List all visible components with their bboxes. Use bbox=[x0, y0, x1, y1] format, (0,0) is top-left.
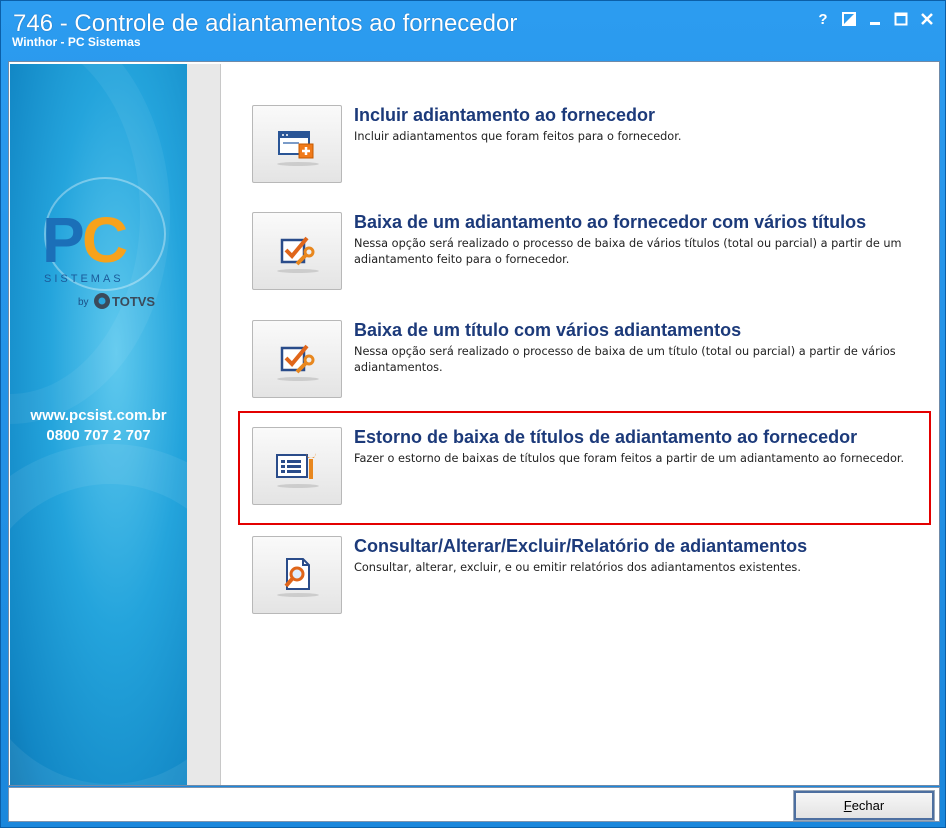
option-title[interactable]: Baixa de um título com vários adiantamen… bbox=[354, 320, 741, 341]
list-wrench-icon bbox=[276, 453, 316, 479]
title-bar[interactable]: 746 - Controle de adiantamentos ao forne… bbox=[1, 1, 945, 51]
window-subtitle: Winthor - PC Sistemas bbox=[12, 35, 141, 49]
logo-letter-c: C bbox=[82, 204, 128, 276]
option-estorno: Estorno de baixa de títulos de adiantame… bbox=[252, 427, 932, 507]
option-title[interactable]: Consultar/Alterar/Excluir/Relatório de a… bbox=[354, 536, 807, 557]
app-window: 746 - Controle de adiantamentos ao forne… bbox=[0, 0, 946, 828]
divider-strip bbox=[187, 64, 221, 785]
option-description: Fazer o estorno de baixas de títulos que… bbox=[354, 452, 905, 465]
option-baixa-adiantamento: Baixa de um adiantamento ao fornecedor c… bbox=[252, 212, 932, 292]
option-baixa-titulo: Baixa de um título com vários adiantamen… bbox=[252, 320, 932, 400]
window-add-icon bbox=[278, 131, 314, 159]
option-title[interactable]: Baixa de um adiantamento ao fornecedor c… bbox=[354, 212, 866, 233]
baixa-adiantamento-button[interactable] bbox=[252, 212, 342, 290]
option-incluir: Incluir adiantamento ao fornecedor Inclu… bbox=[252, 105, 932, 185]
logo-by: by bbox=[78, 297, 89, 308]
logo-totvs: TOTVS bbox=[112, 294, 155, 309]
logo-sistemas: SISTEMAS bbox=[44, 273, 124, 285]
option-description: Incluir adiantamentos que foram feitos p… bbox=[354, 130, 682, 143]
incluir-button[interactable] bbox=[252, 105, 342, 183]
brand-sidebar: P C SISTEMAS by TOTVS www.pcsist.com.br … bbox=[10, 64, 187, 785]
pc-sistemas-logo: P C SISTEMAS by TOTVS bbox=[40, 174, 170, 314]
check-wrench-icon bbox=[280, 236, 315, 266]
fechar-label: Fechar bbox=[843, 798, 885, 813]
contact-info: www.pcsist.com.br 0800 707 2 707 bbox=[10, 406, 187, 446]
restore-icon[interactable] bbox=[839, 9, 859, 29]
minimize-icon[interactable] bbox=[865, 9, 885, 29]
document-search-icon bbox=[284, 558, 310, 590]
phone-text: 0800 707 2 707 bbox=[46, 427, 151, 444]
help-button[interactable]: ? bbox=[813, 9, 833, 29]
estorno-button[interactable] bbox=[252, 427, 342, 505]
option-title[interactable]: Estorno de baixa de títulos de adiantame… bbox=[354, 427, 857, 448]
fechar-button[interactable]: Fechar bbox=[793, 790, 935, 821]
window-title: 746 - Controle de adiantamentos ao forne… bbox=[13, 10, 518, 37]
close-icon[interactable] bbox=[917, 9, 937, 29]
option-title[interactable]: Incluir adiantamento ao fornecedor bbox=[354, 105, 655, 126]
window-controls: ? bbox=[813, 9, 937, 29]
maximize-icon[interactable] bbox=[891, 9, 911, 29]
logo-letter-p: P bbox=[42, 204, 85, 276]
consultar-button[interactable] bbox=[252, 536, 342, 614]
option-description: Consultar, alterar, excluir, e ou emitir… bbox=[354, 561, 801, 574]
option-description: Nessa opção será realizado o processo de… bbox=[354, 345, 896, 374]
check-wrench-icon bbox=[280, 344, 315, 374]
option-consultar: Consultar/Alterar/Excluir/Relatório de a… bbox=[252, 536, 932, 616]
option-description: Nessa opção será realizado o processo de… bbox=[354, 237, 902, 266]
website-text: www.pcsist.com.br bbox=[30, 407, 167, 424]
footer-bar: Fechar bbox=[8, 787, 940, 822]
baixa-titulo-button[interactable] bbox=[252, 320, 342, 398]
main-panel: P C SISTEMAS by TOTVS www.pcsist.com.br … bbox=[8, 61, 940, 786]
